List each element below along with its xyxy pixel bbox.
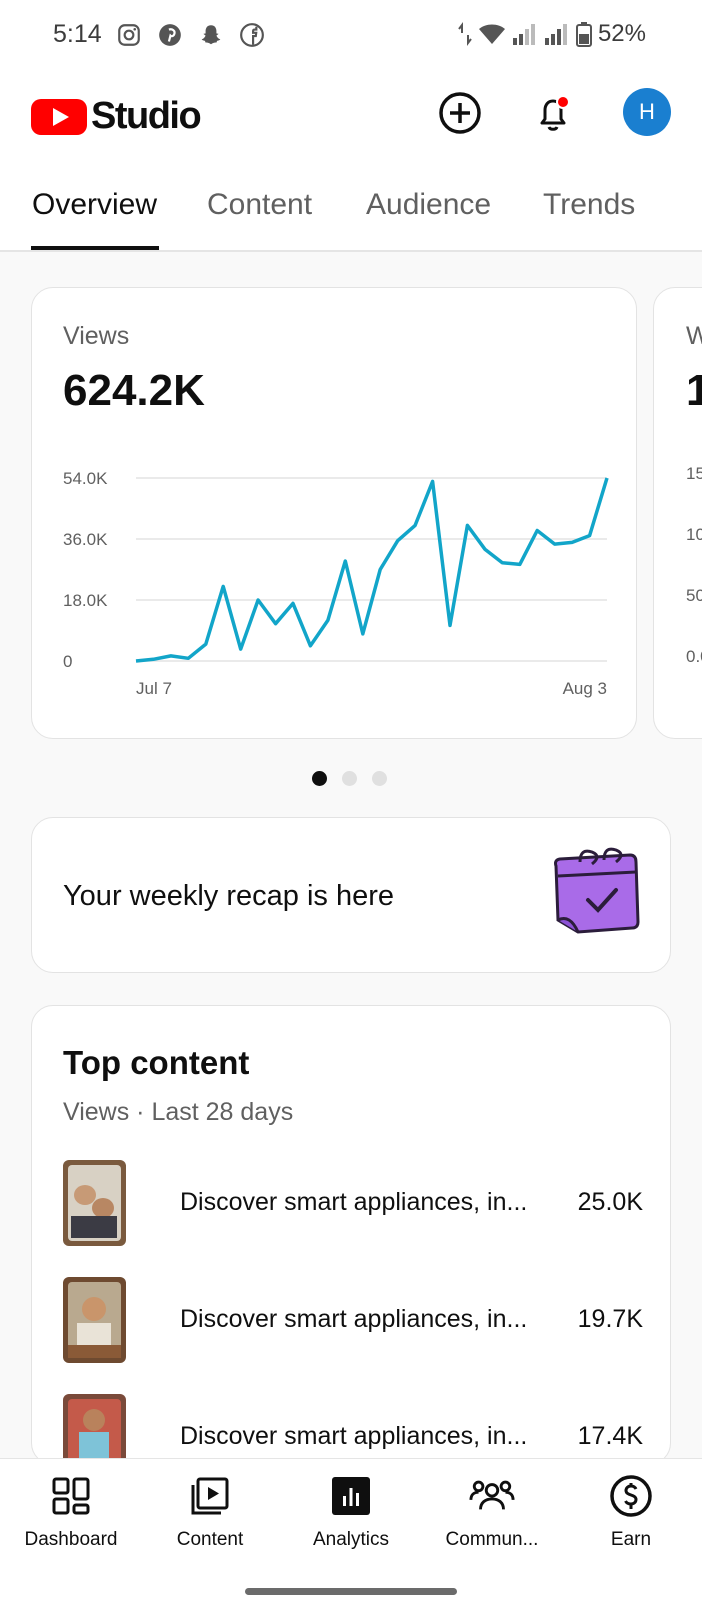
signal-icon xyxy=(512,24,535,45)
nav-analytics[interactable]: Analytics xyxy=(286,1473,416,1551)
status-bar: 5:14 52% xyxy=(0,0,702,70)
facebook-icon xyxy=(240,23,264,47)
nav-label: Content xyxy=(176,1529,244,1550)
list-item[interactable]: Discover smart appliances, in... 17.4K xyxy=(63,1394,643,1464)
analytics-icon xyxy=(332,1477,370,1515)
video-thumbnail xyxy=(63,1160,126,1246)
nav-label: Analytics xyxy=(312,1529,390,1550)
app-header: Studio H xyxy=(0,70,702,180)
y-tick-label: 54.0K xyxy=(63,469,108,488)
wifi-icon xyxy=(478,24,505,44)
y-tick-label: 50 xyxy=(686,586,702,605)
section-title: Top content xyxy=(63,1044,250,1081)
nav-label: Dashboard xyxy=(24,1529,118,1550)
tab-audience[interactable]: Audience xyxy=(366,188,491,222)
battery-icon xyxy=(575,22,592,47)
notifications-button[interactable] xyxy=(528,88,578,138)
series-line xyxy=(135,477,609,663)
snapchat-icon xyxy=(201,25,221,45)
video-thumbnail xyxy=(63,1277,126,1363)
nav-community[interactable]: Commun... xyxy=(427,1473,557,1551)
signal-icon xyxy=(544,24,567,45)
video-title: Discover smart appliances, in... xyxy=(180,1188,528,1216)
carousel-pager xyxy=(312,771,387,786)
y-tick-label: 0.0 xyxy=(686,647,702,666)
active-tab-indicator xyxy=(31,246,159,250)
video-views: 17.4K xyxy=(577,1422,643,1450)
y-tick-label: 15 xyxy=(686,464,702,483)
notifications-icon xyxy=(540,95,570,131)
section-subtitle: Views · Last 28 days xyxy=(63,1098,294,1126)
tab-trends[interactable]: Trends xyxy=(543,188,635,222)
gesture-home-bar xyxy=(245,1588,457,1595)
content-icon xyxy=(191,1477,229,1515)
video-views: 25.0K xyxy=(577,1188,643,1216)
bottom-navigation: Dashboard Content Analytics Commun... Ea… xyxy=(0,1458,702,1600)
earn-icon xyxy=(610,1475,652,1517)
recap-text: Your weekly recap is here xyxy=(63,880,394,912)
metric-label: W xyxy=(686,322,702,350)
studio-logo[interactable]: Studio xyxy=(31,95,202,138)
battery-percent: 52% xyxy=(597,20,646,47)
video-title: Discover smart appliances, in... xyxy=(180,1422,528,1450)
dashboard-icon xyxy=(52,1477,90,1515)
views-line-chart: 54.0K 36.0K 18.0K 0 Jul 7 Aug 3 xyxy=(63,469,609,698)
pinterest-icon xyxy=(159,24,181,46)
y-tick-label: 10 xyxy=(686,525,702,544)
nav-earn[interactable]: Earn xyxy=(566,1473,696,1551)
avatar[interactable]: H xyxy=(623,88,671,136)
data-arrows-icon xyxy=(458,22,472,46)
metric-value: 1 xyxy=(686,366,702,415)
weekly-recap-card[interactable]: Your weekly recap is here xyxy=(31,817,671,973)
nav-dashboard[interactable]: Dashboard xyxy=(6,1473,136,1551)
next-metric-card[interactable]: W 1 15 10 50 0.0 xyxy=(653,287,702,739)
top-content-card: Top content Views · Last 28 days Discove… xyxy=(31,1005,671,1465)
nav-label: Commun... xyxy=(445,1529,539,1550)
y-tick-label: 0 xyxy=(63,652,72,671)
pager-dot[interactable] xyxy=(342,771,357,786)
status-time: 5:14 xyxy=(53,20,102,48)
x-tick-label: Jul 7 xyxy=(136,679,172,698)
video-thumbnail xyxy=(63,1394,126,1464)
list-item[interactable]: Discover smart appliances, in... 19.7K xyxy=(63,1277,643,1365)
x-tick-label: Aug 3 xyxy=(563,679,607,698)
views-card[interactable]: Views 624.2K 54.0K 36.0K 18.0K 0 Jul 7 Aug 3 xyxy=(31,287,637,739)
tab-bar: Overview Content Audience Trends xyxy=(0,180,702,252)
nav-label: Earn xyxy=(610,1529,652,1550)
create-button[interactable] xyxy=(435,88,485,138)
community-icon xyxy=(469,1480,515,1510)
youtube-logo-icon xyxy=(31,98,87,135)
y-tick-label: 36.0K xyxy=(63,530,108,549)
tab-content[interactable]: Content xyxy=(207,188,312,222)
video-views: 19.7K xyxy=(577,1305,643,1333)
video-title: Discover smart appliances, in... xyxy=(180,1305,528,1333)
brand-name: Studio xyxy=(91,95,202,137)
list-item[interactable]: Discover smart appliances, in... 25.0K xyxy=(63,1160,643,1248)
calendar-check-icon xyxy=(554,847,640,934)
pager-dot[interactable] xyxy=(312,771,327,786)
instagram-icon xyxy=(118,24,140,46)
y-tick-label: 18.0K xyxy=(63,591,108,610)
tab-overview[interactable]: Overview xyxy=(32,188,157,222)
nav-content[interactable]: Content xyxy=(145,1473,275,1551)
pager-dot[interactable] xyxy=(372,771,387,786)
create-icon xyxy=(439,92,481,134)
